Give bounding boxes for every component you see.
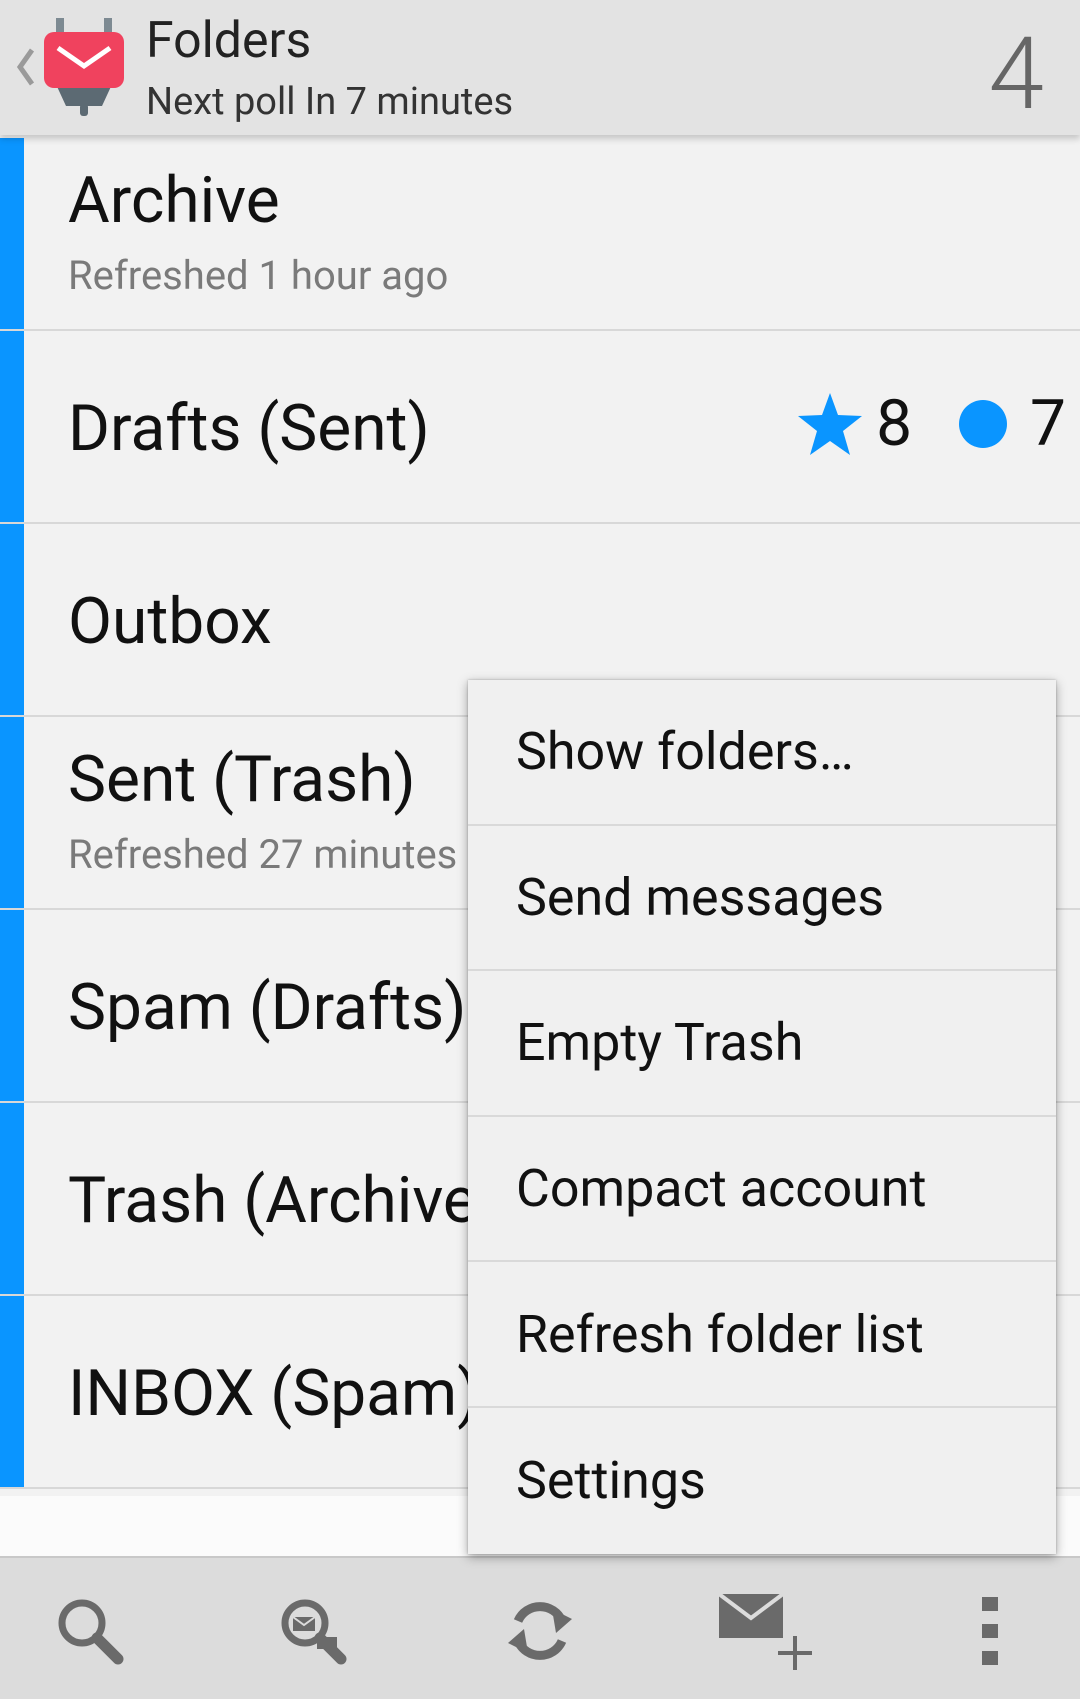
folder-color-bar xyxy=(0,524,24,715)
folder-name: Sent (Trash) xyxy=(68,742,416,817)
folder-status: Refreshed 1 hour ago xyxy=(68,252,449,299)
search-icon xyxy=(58,1599,124,1665)
compose-icon xyxy=(717,1592,812,1670)
search-remote-button[interactable] xyxy=(268,1586,358,1676)
unread-dot-icon[interactable] xyxy=(958,399,1008,449)
folder-color-bar xyxy=(0,717,24,908)
folder-row-drafts[interactable]: Drafts (Sent) 8 7 xyxy=(0,331,1080,524)
folder-row-archive[interactable]: Archive Refreshed 1 hour ago xyxy=(0,138,1080,331)
folder-name: Trash (Archive) xyxy=(68,1163,500,1238)
star-icon[interactable] xyxy=(796,391,864,457)
folder-color-bar xyxy=(0,138,24,329)
folder-color-bar xyxy=(0,331,24,522)
folder-color-bar xyxy=(0,1103,24,1294)
menu-item-show-folders[interactable]: Show folders… xyxy=(468,680,1056,826)
refresh-button[interactable] xyxy=(495,1586,585,1676)
search-button[interactable] xyxy=(45,1586,135,1676)
folder-name: Drafts (Sent) xyxy=(68,391,430,466)
overflow-menu-button[interactable] xyxy=(945,1586,1035,1676)
overflow-menu-icon xyxy=(982,1597,998,1665)
back-chevron-icon[interactable] xyxy=(10,42,40,92)
folder-status: Refreshed 27 minutes ago xyxy=(68,831,535,878)
search-remote-icon xyxy=(281,1599,347,1665)
folder-name: Outbox xyxy=(68,584,272,659)
folder-name: Spam (Drafts) xyxy=(68,970,467,1045)
folder-name: Archive xyxy=(68,163,280,238)
folder-color-bar xyxy=(0,1296,24,1487)
page-title: Folders xyxy=(146,12,312,70)
folder-name: INBOX (Spam) xyxy=(68,1356,480,1431)
overflow-menu: Show folders… Send messages Empty Trash … xyxy=(468,680,1056,1554)
unread-total-badge: 4 xyxy=(988,16,1044,133)
menu-item-settings[interactable]: Settings xyxy=(468,1408,1056,1554)
menu-item-send-messages[interactable]: Send messages xyxy=(468,826,1056,972)
app-logo-icon[interactable] xyxy=(42,18,126,118)
refresh-icon xyxy=(508,1602,572,1660)
menu-item-compact-account[interactable]: Compact account xyxy=(468,1117,1056,1263)
folder-color-bar xyxy=(0,910,24,1101)
flagged-count[interactable]: 8 xyxy=(876,386,912,461)
bottom-toolbar xyxy=(0,1556,1080,1699)
action-bar: Folders Next poll In 7 minutes 4 xyxy=(0,0,1080,135)
menu-item-empty-trash[interactable]: Empty Trash xyxy=(468,971,1056,1117)
poll-status: Next poll In 7 minutes xyxy=(146,80,514,124)
menu-item-refresh-folder-list[interactable]: Refresh folder list xyxy=(468,1262,1056,1408)
compose-button[interactable] xyxy=(715,1586,815,1676)
unread-count[interactable]: 7 xyxy=(1030,386,1066,461)
folder-counts: 8 7 xyxy=(796,386,1066,461)
